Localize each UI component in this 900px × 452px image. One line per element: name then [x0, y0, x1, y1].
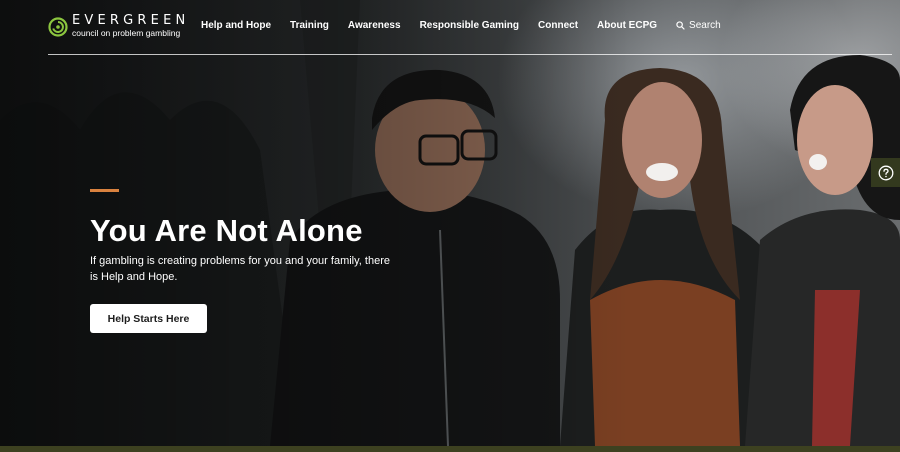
footer-strip — [0, 446, 900, 452]
question-circle-icon — [878, 165, 893, 180]
search-button[interactable]: Search — [676, 20, 721, 31]
logo-name: EVERGREEN — [72, 13, 190, 28]
nav-divider — [48, 54, 892, 55]
main-menu: Help and Hope Training Awareness Respons… — [201, 20, 721, 31]
logo[interactable]: EVERGREEN council on problem gambling — [48, 14, 189, 39]
nav-item-about-ecpg[interactable]: About ECPG — [597, 20, 657, 31]
nav-item-awareness[interactable]: Awareness — [348, 20, 401, 31]
hero-subtext: If gambling is creating problems for you… — [90, 255, 390, 283]
headline-accent-line — [90, 189, 119, 192]
nav-item-help-and-hope[interactable]: Help and Hope — [201, 20, 271, 31]
top-navigation: EVERGREEN council on problem gambling He… — [0, 0, 900, 55]
help-starts-here-button[interactable]: Help Starts Here — [90, 304, 207, 333]
help-tab-button[interactable] — [871, 158, 900, 187]
search-icon — [676, 21, 685, 30]
search-label: Search — [689, 20, 721, 31]
nav-item-training[interactable]: Training — [290, 20, 329, 31]
nav-item-connect[interactable]: Connect — [538, 20, 578, 31]
logo-tagline: council on problem gambling — [72, 28, 181, 38]
hero-headline: You Are Not Alone — [90, 213, 363, 248]
nav-item-responsible-gaming[interactable]: Responsible Gaming — [420, 20, 519, 31]
spiral-logo-icon — [48, 16, 68, 37]
